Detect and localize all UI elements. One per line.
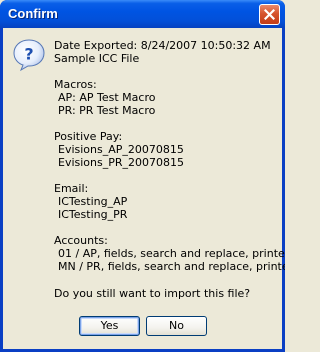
positive-pay-item: Evisions_AP_20070815 xyxy=(58,143,184,156)
title-bar[interactable]: Confirm xyxy=(0,0,285,28)
account-item: MN / PR, fields, search and replace, pri… xyxy=(58,260,285,273)
macro-item: PR: PR Test Macro xyxy=(58,104,156,117)
macros-heading: Macros: xyxy=(54,78,97,91)
close-button[interactable] xyxy=(259,4,280,25)
email-item: ICTesting_PR xyxy=(58,208,128,221)
date-exported: Date Exported: 8/24/2007 10:50:32 AM xyxy=(54,39,271,52)
export-details: Date Exported: 8/24/2007 10:50:32 AM Sam… xyxy=(54,39,285,273)
account-item: 01 / AP, fields, search and replace, pri… xyxy=(58,247,285,260)
email-item: ICTesting_AP xyxy=(58,195,128,208)
close-icon xyxy=(264,9,275,20)
no-button[interactable]: No xyxy=(146,316,207,336)
positive-pay-item: Evisions_PR_20070815 xyxy=(58,156,185,169)
dialog-body: ? Date Exported: 8/24/2007 10:50:32 AM S… xyxy=(3,28,285,349)
macro-item: AP: AP Test Macro xyxy=(58,91,156,104)
window-title: Confirm xyxy=(8,6,58,21)
accounts-heading: Accounts: xyxy=(54,234,108,247)
confirm-prompt: Do you still want to import this file? xyxy=(54,287,251,300)
svg-text:?: ? xyxy=(24,45,33,64)
confirm-dialog: Confirm ? Date Exported: 8/24/2007 10:50… xyxy=(0,0,285,352)
email-heading: Email: xyxy=(54,182,89,195)
file-name: Sample ICC File xyxy=(54,52,140,65)
positive-pay-heading: Positive Pay: xyxy=(54,130,123,143)
yes-button[interactable]: Yes xyxy=(79,316,140,336)
question-mark-icon: ? xyxy=(13,39,45,72)
